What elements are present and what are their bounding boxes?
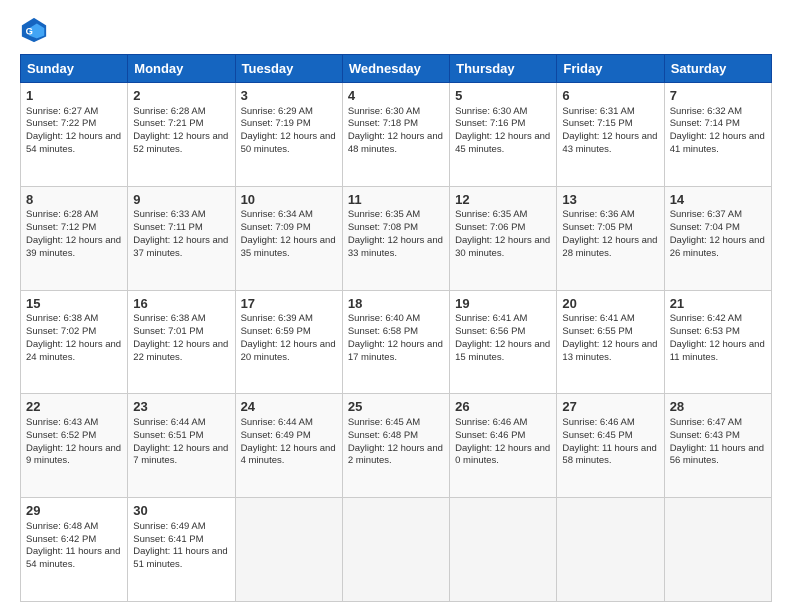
empty-cell: [342, 498, 449, 602]
day-number: 10: [241, 191, 337, 209]
day-number: 1: [26, 87, 122, 105]
day-cell-15: 15Sunrise: 6:38 AMSunset: 7:02 PMDayligh…: [21, 290, 128, 394]
day-number: 9: [133, 191, 229, 209]
empty-cell: [557, 498, 664, 602]
day-number: 21: [670, 295, 766, 313]
day-number: 28: [670, 398, 766, 416]
week-row-2: 8Sunrise: 6:28 AMSunset: 7:12 PMDaylight…: [21, 186, 772, 290]
day-cell-3: 3Sunrise: 6:29 AMSunset: 7:19 PMDaylight…: [235, 83, 342, 187]
day-cell-23: 23Sunrise: 6:44 AMSunset: 6:51 PMDayligh…: [128, 394, 235, 498]
week-row-4: 22Sunrise: 6:43 AMSunset: 6:52 PMDayligh…: [21, 394, 772, 498]
day-cell-11: 11Sunrise: 6:35 AMSunset: 7:08 PMDayligh…: [342, 186, 449, 290]
day-cell-29: 29Sunrise: 6:48 AMSunset: 6:42 PMDayligh…: [21, 498, 128, 602]
day-number: 20: [562, 295, 658, 313]
day-cell-12: 12Sunrise: 6:35 AMSunset: 7:06 PMDayligh…: [450, 186, 557, 290]
day-number: 7: [670, 87, 766, 105]
col-header-monday: Monday: [128, 55, 235, 83]
day-cell-1: 1Sunrise: 6:27 AMSunset: 7:22 PMDaylight…: [21, 83, 128, 187]
day-number: 6: [562, 87, 658, 105]
day-cell-24: 24Sunrise: 6:44 AMSunset: 6:49 PMDayligh…: [235, 394, 342, 498]
day-number: 23: [133, 398, 229, 416]
logo-icon: G: [20, 16, 48, 44]
day-number: 19: [455, 295, 551, 313]
calendar: SundayMondayTuesdayWednesdayThursdayFrid…: [20, 54, 772, 602]
day-cell-16: 16Sunrise: 6:38 AMSunset: 7:01 PMDayligh…: [128, 290, 235, 394]
day-number: 18: [348, 295, 444, 313]
day-cell-26: 26Sunrise: 6:46 AMSunset: 6:46 PMDayligh…: [450, 394, 557, 498]
day-cell-27: 27Sunrise: 6:46 AMSunset: 6:45 PMDayligh…: [557, 394, 664, 498]
day-cell-4: 4Sunrise: 6:30 AMSunset: 7:18 PMDaylight…: [342, 83, 449, 187]
day-cell-18: 18Sunrise: 6:40 AMSunset: 6:58 PMDayligh…: [342, 290, 449, 394]
day-number: 16: [133, 295, 229, 313]
empty-cell: [664, 498, 771, 602]
day-cell-25: 25Sunrise: 6:45 AMSunset: 6:48 PMDayligh…: [342, 394, 449, 498]
col-header-saturday: Saturday: [664, 55, 771, 83]
col-header-tuesday: Tuesday: [235, 55, 342, 83]
day-cell-13: 13Sunrise: 6:36 AMSunset: 7:05 PMDayligh…: [557, 186, 664, 290]
day-cell-20: 20Sunrise: 6:41 AMSunset: 6:55 PMDayligh…: [557, 290, 664, 394]
day-cell-7: 7Sunrise: 6:32 AMSunset: 7:14 PMDaylight…: [664, 83, 771, 187]
day-cell-6: 6Sunrise: 6:31 AMSunset: 7:15 PMDaylight…: [557, 83, 664, 187]
day-number: 12: [455, 191, 551, 209]
svg-text:G: G: [26, 27, 33, 37]
col-header-sunday: Sunday: [21, 55, 128, 83]
day-cell-14: 14Sunrise: 6:37 AMSunset: 7:04 PMDayligh…: [664, 186, 771, 290]
day-number: 22: [26, 398, 122, 416]
day-number: 2: [133, 87, 229, 105]
day-cell-10: 10Sunrise: 6:34 AMSunset: 7:09 PMDayligh…: [235, 186, 342, 290]
header-row: SundayMondayTuesdayWednesdayThursdayFrid…: [21, 55, 772, 83]
day-number: 27: [562, 398, 658, 416]
header: G: [20, 16, 772, 44]
col-header-thursday: Thursday: [450, 55, 557, 83]
day-number: 15: [26, 295, 122, 313]
page: G SundayMondayTuesdayWednesdayThursdayFr…: [0, 0, 792, 612]
day-number: 30: [133, 502, 229, 520]
day-number: 17: [241, 295, 337, 313]
calendar-body: 1Sunrise: 6:27 AMSunset: 7:22 PMDaylight…: [21, 83, 772, 602]
day-cell-28: 28Sunrise: 6:47 AMSunset: 6:43 PMDayligh…: [664, 394, 771, 498]
week-row-5: 29Sunrise: 6:48 AMSunset: 6:42 PMDayligh…: [21, 498, 772, 602]
week-row-3: 15Sunrise: 6:38 AMSunset: 7:02 PMDayligh…: [21, 290, 772, 394]
day-number: 14: [670, 191, 766, 209]
day-number: 25: [348, 398, 444, 416]
day-number: 3: [241, 87, 337, 105]
day-cell-8: 8Sunrise: 6:28 AMSunset: 7:12 PMDaylight…: [21, 186, 128, 290]
day-number: 8: [26, 191, 122, 209]
day-cell-21: 21Sunrise: 6:42 AMSunset: 6:53 PMDayligh…: [664, 290, 771, 394]
logo: G: [20, 16, 52, 44]
day-cell-5: 5Sunrise: 6:30 AMSunset: 7:16 PMDaylight…: [450, 83, 557, 187]
day-cell-19: 19Sunrise: 6:41 AMSunset: 6:56 PMDayligh…: [450, 290, 557, 394]
day-number: 5: [455, 87, 551, 105]
day-cell-17: 17Sunrise: 6:39 AMSunset: 6:59 PMDayligh…: [235, 290, 342, 394]
week-row-1: 1Sunrise: 6:27 AMSunset: 7:22 PMDaylight…: [21, 83, 772, 187]
day-cell-9: 9Sunrise: 6:33 AMSunset: 7:11 PMDaylight…: [128, 186, 235, 290]
col-header-wednesday: Wednesday: [342, 55, 449, 83]
day-number: 24: [241, 398, 337, 416]
empty-cell: [450, 498, 557, 602]
day-number: 11: [348, 191, 444, 209]
day-number: 4: [348, 87, 444, 105]
day-cell-2: 2Sunrise: 6:28 AMSunset: 7:21 PMDaylight…: [128, 83, 235, 187]
col-header-friday: Friday: [557, 55, 664, 83]
calendar-header: SundayMondayTuesdayWednesdayThursdayFrid…: [21, 55, 772, 83]
day-number: 13: [562, 191, 658, 209]
day-cell-22: 22Sunrise: 6:43 AMSunset: 6:52 PMDayligh…: [21, 394, 128, 498]
day-number: 26: [455, 398, 551, 416]
day-cell-30: 30Sunrise: 6:49 AMSunset: 6:41 PMDayligh…: [128, 498, 235, 602]
day-number: 29: [26, 502, 122, 520]
empty-cell: [235, 498, 342, 602]
